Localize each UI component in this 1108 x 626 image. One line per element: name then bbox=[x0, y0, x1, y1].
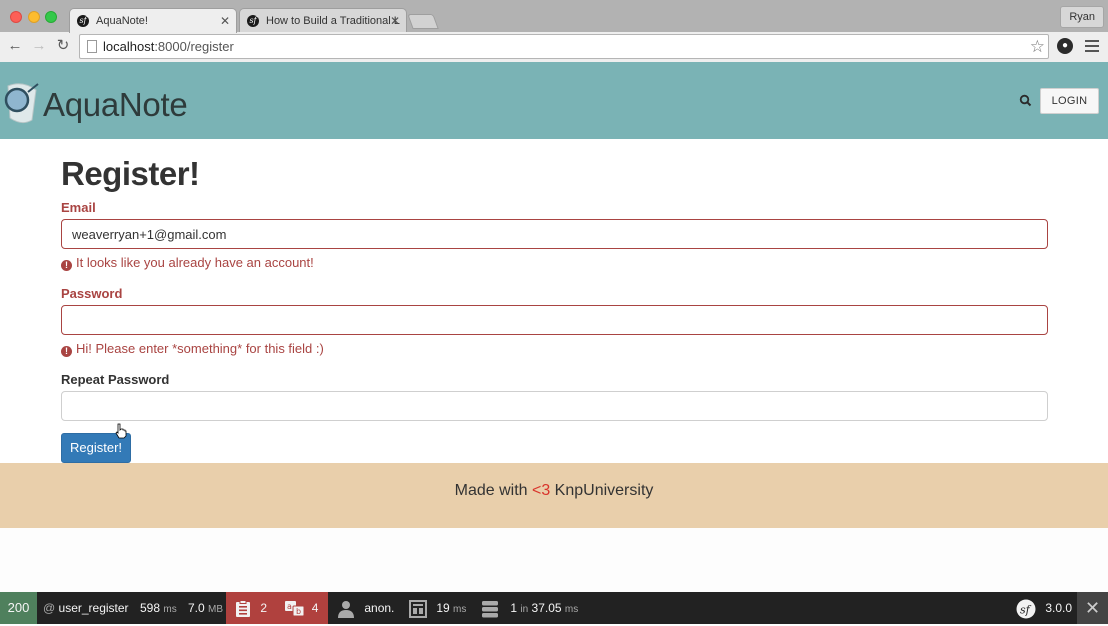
close-window-button[interactable] bbox=[10, 11, 22, 23]
twig-panel[interactable]: 19 ms bbox=[409, 592, 466, 624]
footer-text: Made with <3 KnpUniversity bbox=[0, 463, 1108, 519]
route-name: user_register bbox=[58, 601, 129, 615]
time-unit: ms bbox=[163, 604, 177, 615]
tab-aquanote[interactable]: sf AquaNote! ✕ bbox=[69, 8, 237, 33]
maximize-window-button[interactable] bbox=[45, 11, 57, 23]
minimize-window-button[interactable] bbox=[28, 11, 40, 23]
translations-count: 4 bbox=[311, 601, 319, 615]
request-time[interactable]: 598 ms bbox=[140, 592, 177, 624]
tab-strip: sf AquaNote! ✕ sf How to Build a Traditi… bbox=[0, 0, 1108, 33]
url-path: :8000/register bbox=[154, 39, 234, 54]
memory-usage[interactable]: 7.0 MB bbox=[188, 592, 223, 624]
profile-button[interactable]: Ryan bbox=[1060, 6, 1104, 28]
database-icon bbox=[482, 600, 498, 618]
search-icon[interactable] bbox=[1019, 94, 1033, 108]
password-error: ! Hi! Please enter *something* for this f… bbox=[61, 341, 324, 357]
db-in: in bbox=[520, 604, 529, 615]
new-tab-button[interactable] bbox=[407, 14, 439, 29]
twig-time: 19 bbox=[436, 601, 450, 615]
email-field[interactable] bbox=[61, 219, 1048, 249]
email-error: ! It looks like you already have an accou… bbox=[61, 255, 314, 271]
register-form: Register! Email ! It looks like you alrea… bbox=[0, 139, 1108, 463]
site-header: AquaNote LOGIN bbox=[0, 62, 1108, 139]
logs-count: 2 bbox=[260, 601, 268, 615]
footer-heart: <3 bbox=[531, 482, 551, 499]
extension-icon[interactable]: ● bbox=[1057, 38, 1073, 54]
svg-text:a: a bbox=[287, 602, 292, 611]
reload-icon[interactable]: ↻ bbox=[54, 37, 72, 55]
logs-panel[interactable]: 2 a b 4 bbox=[226, 592, 328, 624]
user-icon bbox=[338, 600, 354, 618]
database-panel[interactable]: 1 in 37.05 ms bbox=[481, 592, 578, 624]
symfony-favicon-icon: sf bbox=[247, 15, 259, 27]
password-error-text: Hi! Please enter *something* for this fi… bbox=[76, 341, 324, 356]
symfony-logo-icon: sf bbox=[1016, 599, 1036, 619]
forward-arrow-icon[interactable]: → bbox=[30, 37, 48, 55]
email-error-text: It looks like you already have an accoun… bbox=[76, 255, 314, 270]
password-label: Password bbox=[61, 286, 123, 301]
login-button[interactable]: LOGIN bbox=[1040, 88, 1099, 114]
memory-value: 7.0 bbox=[188, 601, 205, 615]
time-value: 598 bbox=[140, 601, 161, 615]
url-host: localhost bbox=[103, 39, 155, 54]
route-info[interactable]: @ user_register bbox=[43, 592, 129, 624]
close-toolbar-icon[interactable]: ✕ bbox=[1077, 592, 1108, 624]
logo-icon[interactable] bbox=[2, 82, 42, 124]
svg-text:b: b bbox=[296, 607, 301, 616]
bookmark-star-icon[interactable]: ☆ bbox=[1030, 37, 1045, 57]
repeat-password-field[interactable] bbox=[61, 391, 1048, 421]
symfony-favicon-icon: sf bbox=[77, 15, 89, 27]
brand-name[interactable]: AquaNote bbox=[43, 86, 188, 124]
page-icon bbox=[87, 40, 97, 53]
symfony-version: 3.0.0 bbox=[1045, 601, 1073, 615]
page-title: Register! bbox=[61, 155, 200, 192]
exclamation-icon: ! bbox=[61, 346, 72, 357]
menu-icon[interactable] bbox=[1085, 40, 1099, 55]
browser-chrome: sf AquaNote! ✕ sf How to Build a Traditi… bbox=[0, 0, 1108, 62]
site-footer: Made with <3 KnpUniversity bbox=[0, 463, 1108, 528]
footer-prefix: Made with bbox=[454, 482, 532, 499]
tab-title: AquaNote! bbox=[96, 15, 148, 27]
footer-suffix[interactable]: KnpUniversity bbox=[550, 482, 654, 499]
memory-unit: MB bbox=[208, 604, 224, 615]
debug-toolbar: 200 @ user_register 598 ms 7.0 MB 2 a b … bbox=[0, 592, 1108, 624]
address-bar[interactable]: localhost:8000/register ☆ bbox=[79, 34, 1049, 59]
user-name: anon. bbox=[364, 601, 395, 615]
db-time: 37.05 bbox=[531, 601, 562, 615]
status-code-badge[interactable]: 200 bbox=[0, 592, 37, 624]
translation-icon: a b bbox=[285, 600, 305, 617]
template-icon bbox=[409, 599, 427, 618]
clipboard-icon bbox=[236, 599, 250, 617]
email-label: Email bbox=[61, 200, 96, 215]
repeat-password-label: Repeat Password bbox=[61, 372, 170, 387]
symfony-version-panel[interactable]: sf 3.0.0 bbox=[1016, 592, 1072, 624]
twig-unit: ms bbox=[453, 604, 467, 615]
password-field[interactable] bbox=[61, 305, 1048, 335]
hand-cursor-icon bbox=[115, 423, 127, 439]
back-arrow-icon[interactable]: ← bbox=[6, 37, 24, 55]
security-panel[interactable]: anon. bbox=[337, 592, 394, 624]
tab-close-icon[interactable]: ✕ bbox=[390, 9, 400, 33]
url-text[interactable]: localhost:8000/register bbox=[103, 35, 234, 59]
exclamation-icon: ! bbox=[61, 260, 72, 271]
browser-toolbar: ← → ↻ localhost:8000/register ☆ ● bbox=[0, 32, 1108, 62]
tab-how-to-build[interactable]: sf How to Build a Traditional L ✕ bbox=[239, 8, 407, 33]
db-queries: 1 bbox=[510, 601, 518, 615]
db-unit: ms bbox=[564, 604, 579, 615]
tab-title: How to Build a Traditional L bbox=[266, 15, 400, 27]
tab-close-icon[interactable]: ✕ bbox=[220, 9, 230, 33]
